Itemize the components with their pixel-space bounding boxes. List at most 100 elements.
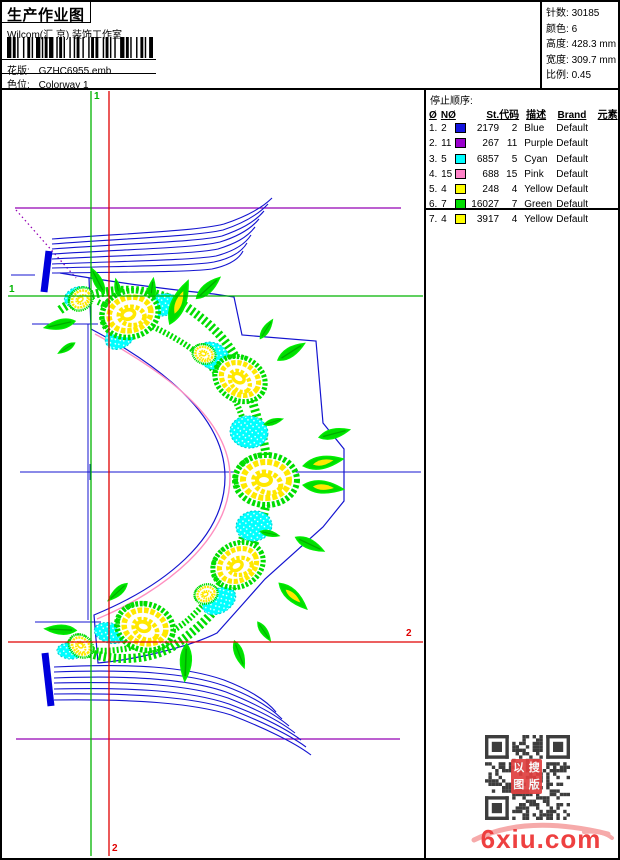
table-cell: 6857: [476, 153, 500, 165]
column-header: NØ: [440, 110, 456, 121]
table-cell: [595, 137, 618, 152]
pattern-row: 花版: GZHC6955.emb: [7, 62, 111, 77]
table-cell: Yellow: [524, 184, 553, 196]
table-cell: Blue: [524, 123, 545, 135]
swatch-cell: [454, 122, 471, 137]
table-cell: 11: [506, 138, 518, 150]
stats-divider: [540, 2, 542, 88]
stop-sequence-row: 3. 5 6857 5 Cyan Default: [426, 153, 618, 168]
design-height: 428.3 mm: [571, 39, 617, 50]
title-box: 生产作业图: [2, 2, 91, 24]
stop-sequence-title: 停止顺序:: [430, 96, 473, 107]
table-cell: [595, 213, 618, 228]
table-cell: Default: [556, 168, 588, 180]
barcode: [7, 37, 153, 58]
start-end-grid-lines: [8, 91, 423, 856]
table-cell: 7: [441, 199, 447, 211]
table-cell: 11: [441, 138, 452, 150]
top-band-curves: [51, 197, 273, 274]
table-cell: [595, 153, 618, 168]
table-cell: [595, 122, 618, 137]
table-cell: 5.: [429, 184, 438, 196]
stitch-count-row: 针数: 30185: [546, 8, 600, 19]
table-cell: 4: [441, 184, 447, 196]
table-cell: 15: [506, 168, 518, 180]
table-cell: 4: [511, 214, 518, 226]
table-cell: [595, 183, 618, 198]
thread-color-swatch: [454, 123, 466, 134]
table-cell: [595, 198, 618, 213]
worksheet-page: 生产作业图 Wilcom(汇 京) 装饰工作室 花版: GZHC6955.emb…: [0, 0, 620, 860]
swatch-cell: [454, 153, 471, 168]
table-cell: Green: [524, 199, 553, 211]
table-cell: 4.: [429, 168, 438, 180]
red-seal: 以 搜 图 版: [511, 759, 542, 794]
column-header: 元素: [597, 110, 618, 121]
swatch-cell: [454, 137, 471, 152]
column-header: Brand: [557, 110, 587, 121]
header-separator-1: [2, 59, 156, 60]
stop-sequence-row: 7. 4 3917 4 Yellow Default: [426, 213, 618, 228]
table-cell: 3.: [429, 153, 438, 165]
swatch-cell: [454, 213, 471, 228]
table-cell: 5: [511, 153, 518, 165]
table-cell: 5: [441, 153, 447, 165]
column-header: St.: [486, 110, 500, 121]
design-width: 309.7 mm: [571, 54, 617, 66]
scale-value: 0.45: [571, 70, 592, 81]
leaves: [42, 265, 352, 683]
table-cell: 7.: [429, 214, 438, 226]
table-cell: 16027: [471, 199, 500, 211]
column-header: Ø: [429, 110, 437, 121]
thread-color-swatch: [454, 168, 466, 179]
page-title: 生产作业图: [7, 7, 85, 24]
table-cell: Pink: [524, 168, 544, 180]
start-marker-top: 1: [94, 91, 100, 102]
stop-sequence-header: Ø NØ St. 代码 描述 Brand 元素: [426, 109, 618, 122]
thread-color-swatch: [454, 214, 466, 225]
table-cell: 688: [482, 168, 500, 180]
watermark-text: 6xiu.com: [480, 824, 602, 854]
scale-row: 比例: 0.45: [546, 70, 592, 81]
column-header: [456, 109, 471, 122]
column-header: 代码: [499, 110, 520, 121]
bottom-band-curves: [53, 664, 312, 756]
thread-color-swatch: [454, 153, 466, 164]
table-cell: Default: [556, 184, 588, 196]
table-cell: [595, 168, 618, 183]
table-cell: Default: [556, 199, 588, 211]
satin-bars: [40, 250, 55, 707]
table-cell: 15: [441, 168, 453, 180]
design-height-row: 高度: 428.3 mm: [546, 39, 617, 50]
swatch-cell: [454, 183, 471, 198]
table-cell: Yellow: [524, 214, 553, 226]
stop-sequence-row: 5. 4 248 4 Yellow Default: [426, 183, 618, 198]
design-width-row: 宽度: 309.7 mm: [546, 54, 617, 66]
table-cell: Default: [556, 153, 588, 165]
table-cell: 4: [441, 214, 447, 226]
color-count: 6: [571, 23, 578, 35]
table-bottom-border: [424, 208, 618, 210]
table-cell: 6.: [429, 199, 438, 211]
stitch-count: 30185: [571, 8, 600, 19]
stop-sequence-row: 1. 2 2179 2 Blue Default: [426, 122, 618, 137]
color-count-row: 颜色: 6: [546, 23, 578, 35]
table-cell: Default: [556, 123, 588, 135]
table-cell: 2.: [429, 138, 438, 150]
swatch-cell: [454, 168, 471, 183]
table-cell: 2: [511, 123, 518, 135]
stop-sequence-rows: 1. 2 2179 2 Blue Default 2. 11 267 11 Purple Defaul…: [426, 122, 618, 228]
swatch-cell: [454, 198, 471, 213]
header-separator-2: [2, 73, 156, 74]
site-watermark: 6xiu.com: [466, 808, 616, 858]
stop-sequence-row: 6. 7 16027 7 Green Default: [426, 198, 618, 213]
table-cell: Default: [556, 214, 588, 226]
table-cell: 7: [511, 199, 518, 211]
stats-panel: 针数: 30185 颜色: 6 高度: 428.3 mm 宽度: 309.7 m…: [546, 6, 616, 84]
column-header: 描述: [526, 110, 547, 121]
table-cell: 3917: [476, 214, 500, 226]
table-cell: 1.: [429, 123, 438, 135]
end-marker-bottom: 2: [112, 843, 118, 854]
thread-color-swatch: [454, 138, 466, 149]
start-marker-left: 1: [9, 284, 15, 295]
